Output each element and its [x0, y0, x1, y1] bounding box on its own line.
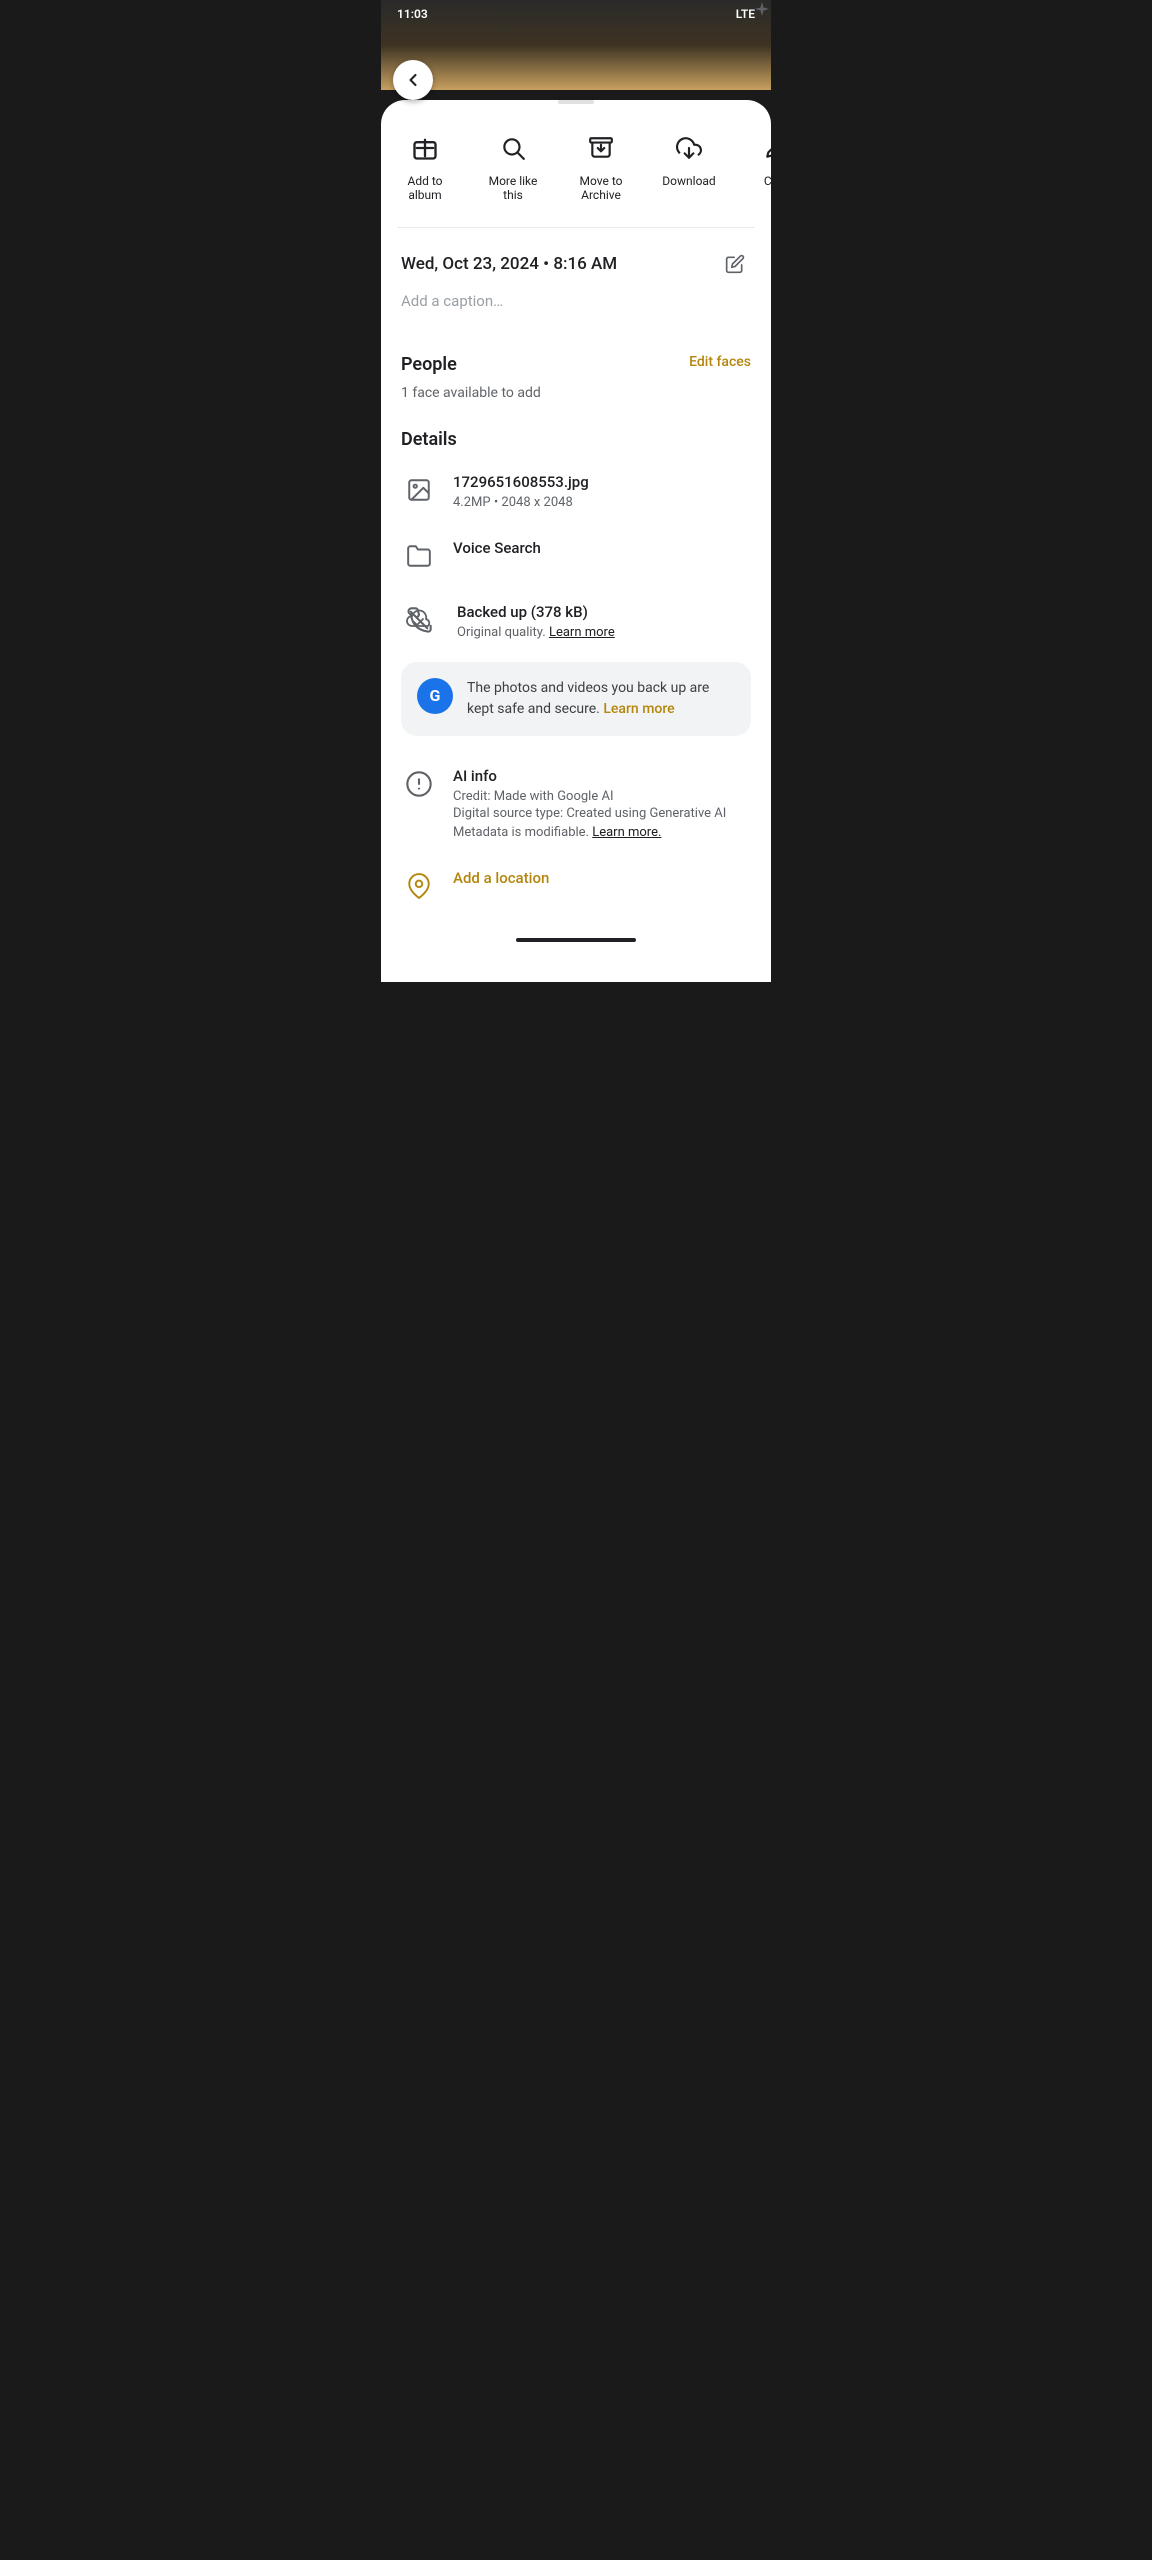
status-indicators: LTE: [736, 7, 755, 21]
file-name: 1729651608553.jpg: [453, 472, 751, 493]
ai-learn-more[interactable]: Learn more.: [592, 825, 661, 840]
download-label: Download: [662, 174, 715, 188]
security-learn-more[interactable]: Learn more: [603, 701, 674, 717]
ai-info-title: AI info: [453, 766, 751, 787]
actions-row: Add toalbum More likethis: [381, 112, 771, 227]
edit-date-button[interactable]: [719, 248, 751, 280]
status-time: 11:03: [397, 7, 428, 21]
photo-date: Wed, Oct 23, 2024 • 8:16 AM: [401, 254, 617, 274]
file-info-row: 1729651608553.jpg 4.2MP • 2048 x 2048: [401, 458, 751, 524]
ai-info-icon: [401, 766, 437, 802]
add-location-label[interactable]: Add a location: [453, 869, 549, 887]
people-subtext: 1 face available to add: [401, 385, 751, 401]
ai-info-line3: Metadata is modifiable. Learn more.: [453, 825, 751, 840]
add-to-album-icon: [405, 128, 445, 168]
home-indicator: [516, 938, 636, 942]
add-to-album-button[interactable]: Add toalbum: [381, 120, 469, 211]
details-section-title: Details: [401, 425, 751, 450]
ai-info-line2: Digital source type: Created using Gener…: [453, 806, 751, 821]
backup-learn-more[interactable]: Learn more: [549, 625, 615, 640]
backup-detail: Original quality. Learn more: [457, 625, 751, 640]
people-section-title: People: [401, 354, 457, 375]
add-location-row[interactable]: Add a location: [401, 854, 751, 918]
create-icon: [757, 128, 771, 168]
move-to-archive-button[interactable]: Move toArchive: [557, 120, 645, 211]
album-row: Voice Search: [401, 524, 751, 588]
more-like-this-icon: [493, 128, 533, 168]
album-name: Voice Search: [453, 538, 751, 559]
backup-status: Backed up (378 kB): [457, 602, 751, 623]
location-icon: [401, 868, 437, 904]
edit-faces-button[interactable]: Edit faces: [689, 354, 751, 370]
backup-row: Backed up (378 kB) Original quality. Lea…: [401, 588, 751, 654]
ai-info-line1: Credit: Made with Google AI: [453, 789, 751, 804]
folder-icon: [401, 538, 437, 574]
more-like-this-label: More likethis: [489, 174, 538, 203]
ai-info-row: AI info Credit: Made with Google AI Digi…: [401, 752, 751, 854]
create-button[interactable]: Cre…: [733, 120, 771, 211]
move-to-archive-label: Move toArchive: [580, 174, 623, 203]
move-to-archive-icon: [581, 128, 621, 168]
google-shield-icon: G: [417, 678, 453, 714]
caption-field[interactable]: Add a caption…: [401, 292, 751, 310]
cloud-backup-icon: [401, 602, 437, 638]
back-button[interactable]: [393, 60, 433, 100]
image-file-icon: [401, 472, 437, 508]
download-button[interactable]: Download: [645, 120, 733, 211]
security-card: G The photos and videos you back up are …: [401, 662, 751, 736]
create-label: Cre…: [764, 174, 771, 188]
security-text: The photos and videos you back up are ke…: [467, 678, 735, 720]
more-like-this-button[interactable]: More likethis: [469, 120, 557, 211]
drag-handle: [558, 100, 594, 104]
download-icon: [669, 128, 709, 168]
add-to-album-label: Add toalbum: [408, 174, 443, 203]
file-meta: 4.2MP • 2048 x 2048: [453, 495, 751, 510]
